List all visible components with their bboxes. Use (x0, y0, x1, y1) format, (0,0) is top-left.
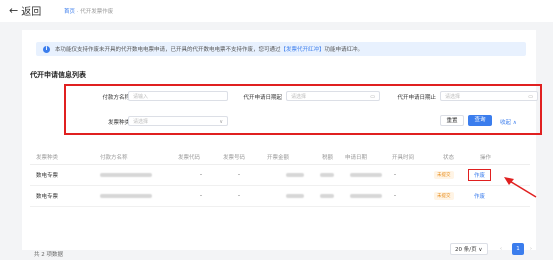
breadcrumb-home[interactable]: 首页 (64, 9, 75, 15)
row-status: 未提交 (434, 165, 454, 185)
end-date-label: 代开申请日期止 (397, 95, 436, 101)
void-button[interactable]: 作废 (474, 192, 485, 200)
next-page-button[interactable]: › (526, 243, 536, 255)
notice-banner: i 本功能仅支持作废未开具的代开数电电票申请，已开具的代开数电电票不支持作废，您… (36, 42, 526, 56)
red-reversal-link[interactable]: 【发票代开红冲】 (281, 45, 325, 53)
end-date-placeholder: 请选择 (445, 94, 461, 100)
col-invoice-number: 发票号码 (223, 155, 246, 161)
search-button[interactable]: 查询 (468, 115, 492, 126)
start-date-label: 代开申请日期起 (243, 95, 282, 101)
row-invoice-number: - (238, 193, 240, 199)
row-amount-redacted (286, 186, 304, 206)
breadcrumb-current: 代开发票作废 (80, 9, 114, 15)
row-status: 未提交 (434, 186, 454, 206)
col-payer-name: 付款方名称 (100, 155, 128, 161)
main-panel: i 本功能仅支持作废未开具的代开数电电票申请，已开具的代开数电电票不支持作废，您… (22, 30, 542, 258)
filter-panel: 付款方名称 请输入 代开申请日期起 请选择 ▭ 代开申请日期止 请选择 ▭ 发票… (64, 84, 542, 135)
prev-page-button[interactable]: ‹ (496, 243, 506, 255)
page-size-select[interactable]: 20 条/页 ∨ (450, 243, 488, 255)
end-date-picker[interactable]: 请选择 ▭ (440, 91, 538, 101)
row-invoice-code: - (200, 193, 202, 199)
start-date-picker[interactable]: 请选择 ▭ (286, 91, 380, 101)
row-issue-time: - (394, 172, 396, 178)
row-payer-name-redacted (100, 165, 152, 185)
invoice-type-placeholder: 请选择 (133, 119, 149, 125)
row-apply-date-redacted (350, 186, 382, 206)
calendar-icon: ▭ (370, 94, 375, 100)
annotation-arrow-icon (504, 177, 537, 198)
col-issue-time: 开具时间 (392, 155, 415, 161)
arrow-left-icon: ← (9, 4, 19, 17)
current-page-button[interactable]: 1 (512, 243, 524, 255)
start-date-placeholder: 请选择 (291, 94, 307, 100)
notice-text: 本功能仅支持作废未开具的代开数电电票申请，已开具的代开数电电票不支持作废，您可通… (55, 47, 281, 53)
col-tax: 税额 (322, 155, 334, 161)
chevron-down-icon: ∨ (219, 119, 223, 125)
top-bar: ← 返回 首页 · 代开发票作废 (0, 0, 553, 22)
row-action: 作废 (474, 186, 485, 206)
info-icon: i (43, 45, 50, 53)
calendar-icon: ▭ (528, 94, 533, 100)
table-row: 数电专票 - - - 未提交 作废 (30, 186, 530, 207)
table-header: 发票种类 付款方名称 发票代码 发票号码 开票金额 税额 申请日期 开具时间 状… (30, 150, 530, 165)
col-amount: 开票金额 (267, 155, 290, 161)
row-invoice-number: - (238, 172, 240, 178)
payer-label: 付款方名称 (102, 95, 130, 101)
row-apply-date-redacted (350, 165, 382, 185)
invoice-type-select[interactable]: 请选择 ∨ (128, 116, 228, 126)
col-invoice-code: 发票代码 (178, 155, 201, 161)
col-status: 状态 (443, 155, 455, 161)
row-tax-redacted (320, 186, 334, 206)
row-invoice-code: - (200, 172, 202, 178)
breadcrumb-separator: · (76, 9, 79, 15)
notice-text-end: 功能申请红冲。 (324, 47, 364, 53)
invoice-type-label: 发票种类 (107, 120, 130, 126)
table-row: 数电专票 - - - 未提交 作废 (30, 165, 530, 186)
status-badge: 未提交 (434, 192, 454, 200)
col-invoice-type: 发票种类 (36, 155, 59, 161)
application-table: 发票种类 付款方名称 发票代码 发票号码 开票金额 税额 申请日期 开具时间 状… (30, 150, 530, 207)
void-button[interactable]: 作废 (468, 169, 492, 181)
list-title: 代开申请信息列表 (30, 71, 86, 79)
row-action: 作废 (468, 165, 492, 185)
row-issue-time: - (394, 193, 396, 199)
col-apply-date: 申请日期 (345, 155, 368, 161)
col-action: 操作 (480, 155, 492, 161)
breadcrumb: 首页 · 代开发票作废 (64, 7, 113, 15)
row-invoice-type: 数电专票 (36, 194, 59, 200)
row-amount-redacted (286, 165, 304, 185)
total-count: 共 2 项数据 (34, 252, 63, 258)
back-label: 返回 (21, 7, 42, 18)
payer-name-input[interactable]: 请输入 (128, 91, 228, 101)
collapse-toggle[interactable]: 收起 ∧ (500, 118, 517, 126)
back-button[interactable]: ← 返回 (9, 3, 41, 18)
row-tax-redacted (320, 165, 334, 185)
status-badge: 未提交 (434, 171, 454, 179)
row-payer-name-redacted (100, 186, 152, 206)
row-invoice-type: 数电专票 (36, 173, 59, 179)
reset-button[interactable]: 重置 (440, 115, 464, 126)
